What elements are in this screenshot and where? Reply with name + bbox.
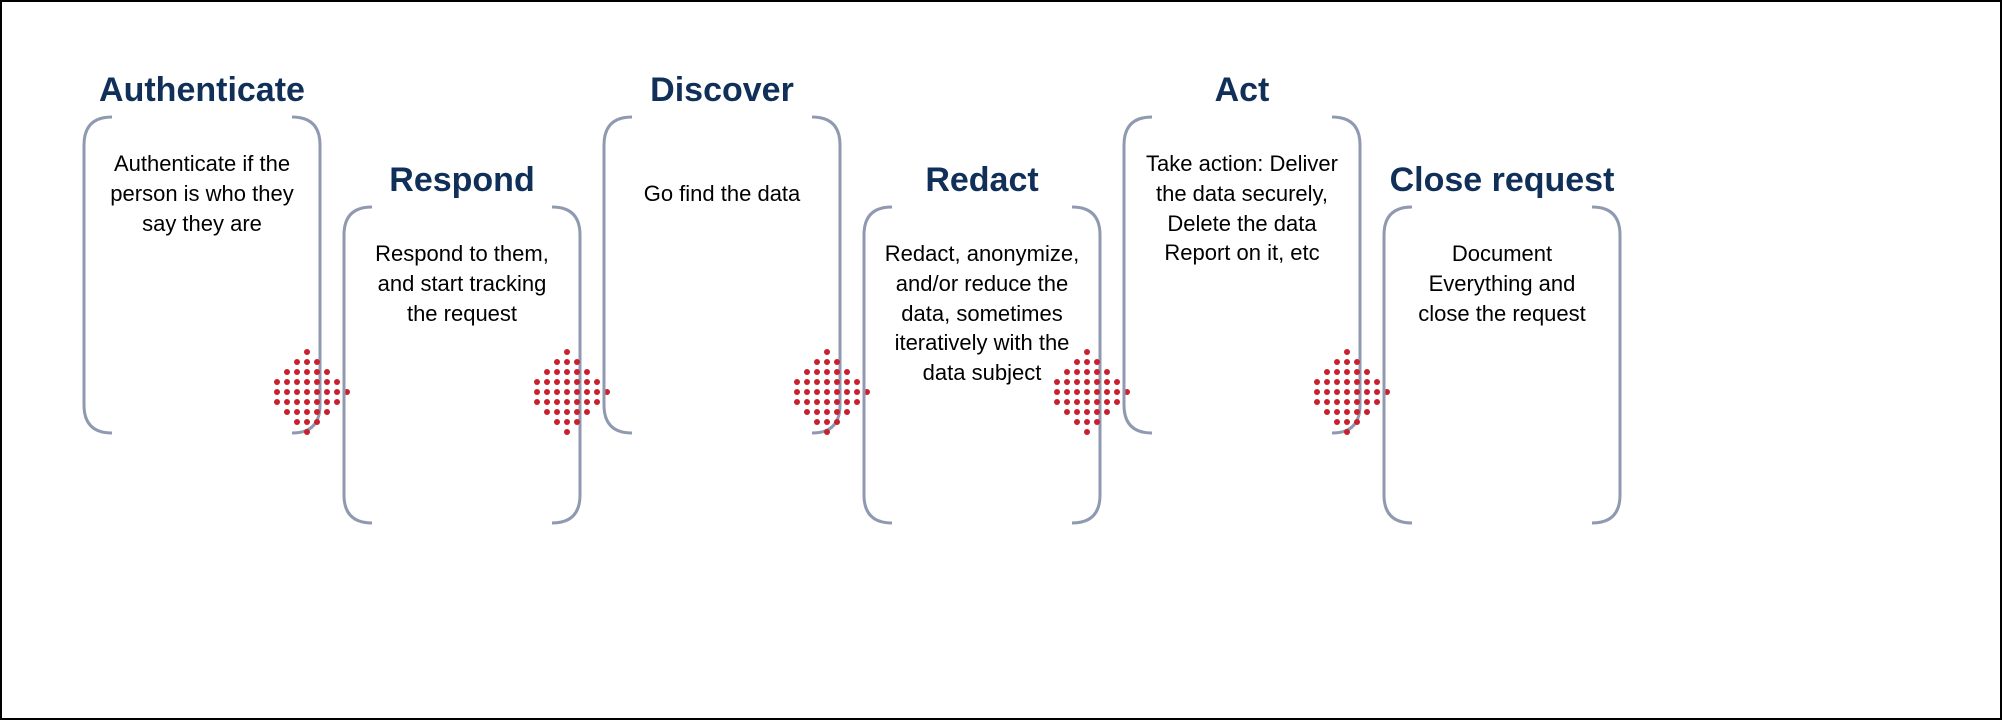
step-desc: Document Everything and close the reques…: [1404, 239, 1600, 328]
step-desc: Take action: Deliver the data securely, …: [1144, 149, 1340, 268]
step-close-request: Close request Document Everything and cl…: [1382, 162, 1622, 525]
step-title: Authenticate: [82, 72, 322, 109]
step-title: Discover: [602, 72, 842, 109]
step-title: Redact: [862, 162, 1102, 199]
step-title: Close request: [1382, 162, 1622, 199]
step-desc: Go find the data: [624, 179, 820, 209]
step-desc: Respond to them, and start tracking the …: [364, 239, 560, 328]
step-title: Act: [1122, 72, 1362, 109]
step-desc: Authenticate if the person is who they s…: [104, 149, 300, 238]
process-diagram: Authenticate Authenticate if the person …: [0, 0, 2002, 720]
step-frame: Document Everything and close the reques…: [1382, 205, 1622, 525]
step-title: Respond: [342, 162, 582, 199]
